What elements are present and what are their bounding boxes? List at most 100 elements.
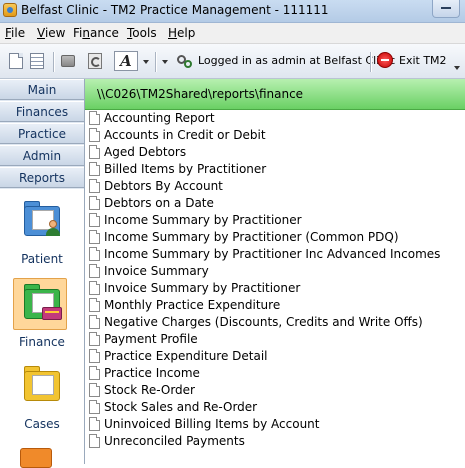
report-document-icon [89, 264, 100, 278]
report-item[interactable]: Debtors on a Date [85, 195, 465, 212]
report-document-icon [89, 162, 100, 176]
report-document-icon [89, 247, 100, 261]
module-cases[interactable]: Cases [0, 361, 84, 431]
menu-view[interactable]: View [37, 26, 65, 40]
report-document-icon [89, 332, 100, 346]
report-document-icon [89, 145, 100, 159]
report-document-icon [89, 400, 100, 414]
menu-bar: File View Finance Tools Help [0, 23, 465, 44]
nav-tab-admin[interactable]: Admin [0, 145, 84, 166]
menu-help[interactable]: Help [168, 26, 195, 40]
title-bar: Belfast Clinic - TM2 Practice Management… [0, 0, 465, 23]
cases-folder-icon [16, 361, 68, 413]
folder-path: \\C026\TM2Shared\reports\finance [97, 87, 304, 101]
nav-tab-reports[interactable]: Reports [0, 167, 84, 188]
report-item[interactable]: Income Summary by Practitioner (Common P… [85, 229, 465, 246]
report-item[interactable]: Practice Expenditure Detail [85, 348, 465, 365]
exit-icon[interactable] [377, 52, 393, 68]
toolbar-separator [370, 52, 372, 72]
report-item[interactable]: Monthly Practice Expenditure [85, 297, 465, 314]
report-item[interactable]: Income Summary by Practitioner Inc Advan… [85, 246, 465, 263]
report-document-icon [89, 128, 100, 142]
report-document-icon [89, 417, 100, 431]
report-item[interactable]: Uninvoiced Billing Items by Account [85, 416, 465, 433]
report-label: Billed Items by Practitioner [104, 162, 267, 176]
toolbar-overflow-arrow-icon[interactable] [162, 60, 168, 64]
font-style-icon[interactable]: A [114, 51, 138, 71]
toolbar-separator [53, 52, 55, 72]
report-label: Stock Sales and Re-Order [104, 400, 258, 414]
report-label: Practice Income [104, 366, 200, 380]
report-document-icon [89, 315, 100, 329]
report-item[interactable]: Practice Income [85, 365, 465, 382]
report-document-icon [89, 298, 100, 312]
report-item[interactable]: Stock Sales and Re-Order [85, 399, 465, 416]
report-item[interactable]: Income Summary by Practitioner [85, 212, 465, 229]
report-document-icon [89, 366, 100, 380]
finance-folder-icon [16, 279, 68, 331]
report-label: Debtors on a Date [104, 196, 214, 210]
minimize-button[interactable] [432, 0, 460, 18]
report-item[interactable]: Payment Profile [85, 331, 465, 348]
report-item[interactable]: Invoice Summary [85, 263, 465, 280]
list-view-icon[interactable] [30, 53, 44, 69]
nav-tab-practice[interactable]: Practice [0, 123, 84, 144]
report-label: Stock Re-Order [104, 383, 195, 397]
report-label: Debtors By Account [104, 179, 223, 193]
report-label: Unreconciled Payments [104, 434, 245, 448]
report-document-icon [89, 230, 100, 244]
refresh-icon[interactable] [88, 53, 102, 69]
module-patient[interactable]: Patient [0, 196, 84, 266]
report-item[interactable]: Billed Items by Practitioner [85, 161, 465, 178]
report-document-icon [89, 179, 100, 193]
app-icon [3, 3, 17, 17]
login-users-icon [177, 53, 193, 69]
report-document-icon [89, 281, 100, 295]
report-item[interactable]: Negative Charges (Discounts, Credits and… [85, 314, 465, 331]
report-label: Negative Charges (Discounts, Credits and… [104, 315, 423, 329]
report-list: Accounting Report Accounts in Credit or D… [85, 110, 465, 450]
exit-button[interactable]: Exit TM2 [399, 54, 447, 67]
nav-tab-finances[interactable]: Finances [0, 101, 84, 122]
window-title: Belfast Clinic - TM2 Practice Management… [21, 3, 329, 17]
report-document-icon [89, 213, 100, 227]
module-finance-label: Finance [19, 335, 65, 349]
toolbar-overflow-arrow-icon[interactable] [454, 66, 460, 70]
report-label: Income Summary by Practitioner (Common P… [104, 230, 399, 244]
menu-tools[interactable]: Tools [127, 26, 157, 40]
font-dropdown-arrow-icon[interactable] [143, 60, 149, 64]
report-label: Practice Expenditure Detail [104, 349, 268, 363]
report-document-icon [89, 383, 100, 397]
menu-finance[interactable]: Finance [73, 26, 119, 40]
report-item[interactable]: Accounts in Credit or Debit [85, 127, 465, 144]
report-document-icon [89, 434, 100, 448]
report-item[interactable]: Invoice Summary by Practitioner [85, 280, 465, 297]
folder-path-header: \\C026\TM2Shared\reports\finance [85, 79, 465, 110]
report-label: Aged Debtors [104, 145, 187, 159]
report-label: Uninvoiced Billing Items by Account [104, 417, 320, 431]
patient-folder-icon [16, 196, 68, 248]
report-label: Accounts in Credit or Debit [104, 128, 266, 142]
report-item[interactable]: Stock Re-Order [85, 382, 465, 399]
report-label: Monthly Practice Expenditure [104, 298, 281, 312]
report-item[interactable]: Debtors By Account [85, 178, 465, 195]
report-item[interactable]: Unreconciled Payments [85, 433, 465, 450]
module-finance[interactable]: Finance [0, 279, 84, 349]
report-label: Accounting Report [104, 111, 215, 125]
print-icon[interactable] [61, 55, 75, 67]
report-label: Payment Profile [104, 332, 198, 346]
report-label: Income Summary by Practitioner [104, 213, 302, 227]
report-document-icon [89, 196, 100, 210]
toolbar: A Logged in as admin at Belfast Clinic E… [0, 44, 465, 79]
report-item[interactable]: Accounting Report [85, 110, 465, 127]
report-document-icon [89, 349, 100, 363]
partial-module-icon[interactable] [14, 440, 58, 468]
new-document-icon[interactable] [9, 53, 23, 69]
report-label: Income Summary by Practitioner Inc Advan… [104, 247, 441, 261]
login-status: Logged in as admin at Belfast Clinic [198, 54, 396, 67]
nav-tab-main[interactable]: Main [0, 79, 84, 100]
menu-file[interactable]: File [5, 26, 25, 40]
toolbar-separator [155, 52, 157, 72]
report-item[interactable]: Aged Debtors [85, 144, 465, 161]
report-label: Invoice Summary [104, 264, 209, 278]
